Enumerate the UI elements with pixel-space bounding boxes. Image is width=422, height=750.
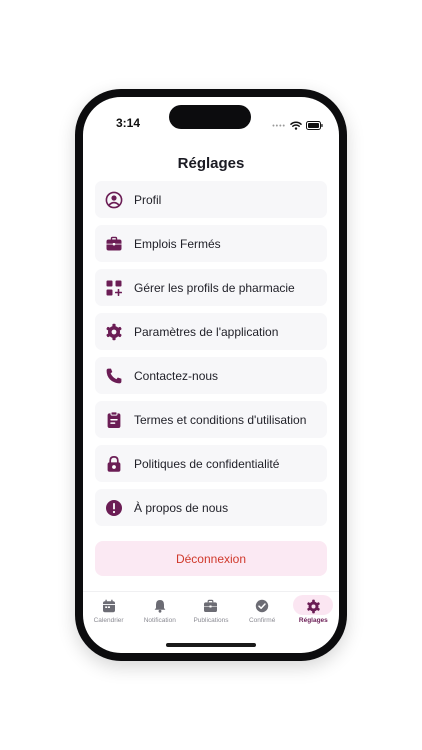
tab-calendrier[interactable]: Calendrier <box>85 592 133 632</box>
status-icons: •••• <box>272 117 323 135</box>
logout-button[interactable]: Déconnexion <box>95 541 327 576</box>
settings-menu: Profil Emplois Fermés Gérer les profils … <box>95 181 327 533</box>
menu-item-label: Politiques de confidentialité <box>134 456 280 471</box>
tab-label: Confirmé <box>248 617 276 624</box>
menu-item-contactez-nous[interactable]: Contactez-nous <box>95 357 327 394</box>
menu-item-label: Contactez-nous <box>134 368 219 383</box>
phone-frame: 3:14 •••• Réglages Profil Emplois Fermés… <box>75 89 347 661</box>
gear-icon <box>104 322 124 342</box>
tab-publications[interactable]: Publications <box>187 592 235 632</box>
briefcase-icon <box>203 598 218 614</box>
menu-item-profil[interactable]: Profil <box>95 181 327 218</box>
menu-item-a-propos[interactable]: À propos de nous <box>95 489 327 526</box>
info-exclamation-icon <box>104 498 124 518</box>
tab-label: Calendrier <box>93 617 124 624</box>
briefcase-icon <box>104 234 124 254</box>
menu-item-emplois-fermes[interactable]: Emplois Fermés <box>95 225 327 262</box>
user-circle-icon <box>104 190 124 210</box>
menu-item-termes-conditions[interactable]: Termes et conditions d'utilisation <box>95 401 327 438</box>
bell-icon <box>153 598 167 614</box>
tab-confirme[interactable]: Confirmé <box>238 592 286 632</box>
calendar-icon <box>102 598 116 614</box>
battery-icon <box>306 117 323 135</box>
tab-label: Notification <box>143 617 176 624</box>
lock-icon <box>104 454 124 474</box>
page-title: Réglages <box>177 155 245 172</box>
phone-icon <box>104 366 124 386</box>
menu-item-label: Termes et conditions d'utilisation <box>134 412 307 427</box>
menu-item-label: Paramètres de l'application <box>134 324 279 339</box>
home-indicator <box>166 643 256 647</box>
menu-item-label: Emplois Fermés <box>134 236 221 251</box>
grid-add-icon <box>104 278 124 298</box>
check-circle-icon <box>255 598 269 614</box>
menu-item-label: À propos de nous <box>134 500 229 515</box>
phone-screen: 3:14 •••• Réglages Profil Emplois Fermés… <box>83 97 339 653</box>
menu-item-label: Profil <box>134 192 162 207</box>
tab-reglages[interactable]: Réglages <box>289 592 337 632</box>
clipboard-icon <box>104 410 124 430</box>
cellular-signal-icon: •••• <box>272 122 286 130</box>
tab-label: Publications <box>193 617 229 624</box>
menu-item-label: Gérer les profils de pharmacie <box>134 280 295 295</box>
tab-label: Réglages <box>298 617 328 624</box>
bottom-tab-bar: Calendrier Notification Publications Con… <box>83 591 339 632</box>
menu-item-politiques-confidentialite[interactable]: Politiques de confidentialité <box>95 445 327 482</box>
status-time: 3:14 <box>116 116 141 130</box>
wifi-icon <box>290 117 302 135</box>
tab-notification[interactable]: Notification <box>136 592 184 632</box>
gear-icon <box>306 598 321 614</box>
page: 3:14 •••• Réglages Profil Emplois Fermés… <box>0 0 422 750</box>
menu-item-parametres-application[interactable]: Paramètres de l'application <box>95 313 327 350</box>
dynamic-island <box>169 105 251 129</box>
menu-item-gerer-profils-pharmacie[interactable]: Gérer les profils de pharmacie <box>95 269 327 306</box>
